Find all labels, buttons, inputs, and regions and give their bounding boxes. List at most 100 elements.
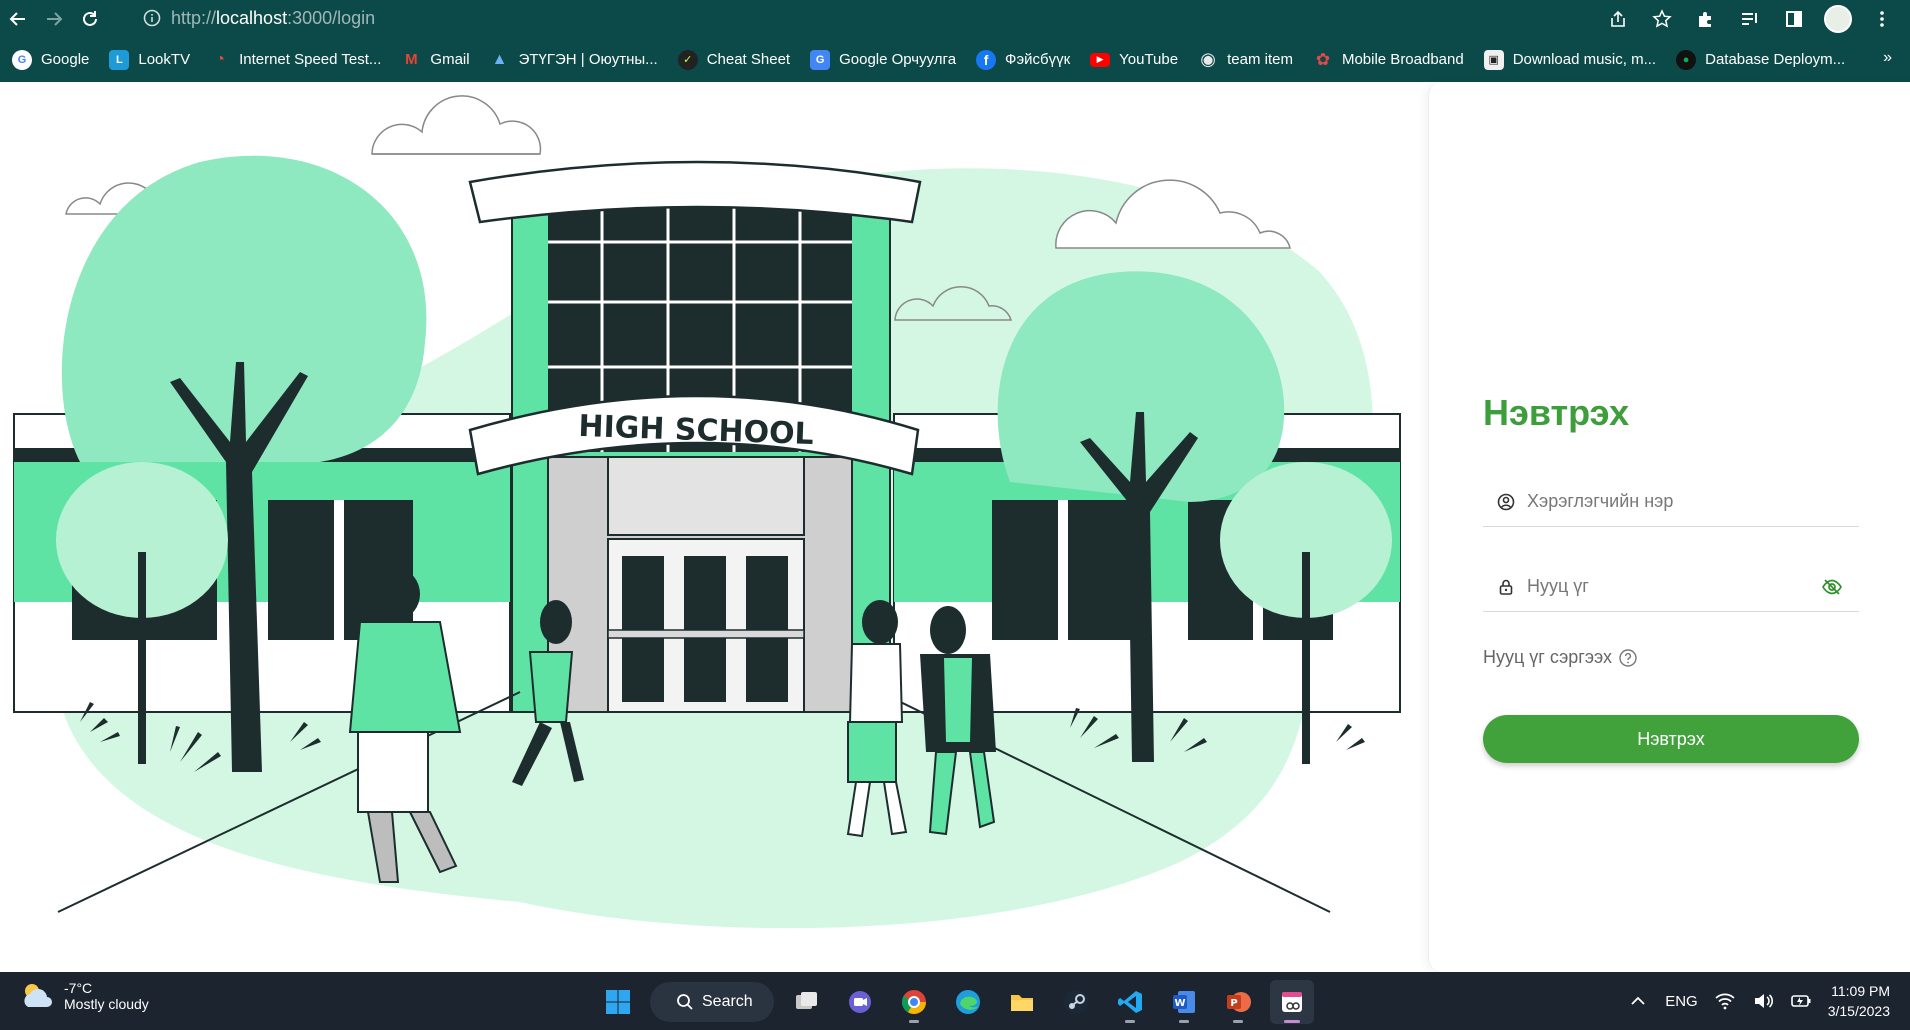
powerpoint-app[interactable]: P (1216, 980, 1260, 1024)
arrow-left-icon (9, 11, 25, 26)
eye-off-icon[interactable] (1821, 576, 1843, 598)
running-indicator (1179, 1020, 1189, 1023)
tree-trunk (138, 552, 146, 764)
extensions-button[interactable] (1686, 1, 1726, 37)
taskbar-apps: Search W P (596, 980, 1314, 1024)
bookmark-etugen[interactable]: ▲ ЭТҮГЭН | Оюутны... (490, 50, 658, 70)
bookmark-label: team item (1227, 51, 1293, 68)
bookmark-label: Gmail (430, 51, 470, 68)
forgot-password-link[interactable]: Нууц үг сэргээх (1483, 647, 1638, 668)
mongodb-icon: ● (1676, 49, 1697, 70)
password-field[interactable] (1483, 562, 1859, 612)
powerpoint-icon: P (1227, 992, 1251, 1012)
system-clock[interactable]: 11:09 PM 3/15/2023 (1828, 981, 1890, 1021)
menu-button[interactable] (1862, 1, 1902, 37)
window-mullion (1058, 500, 1068, 640)
looktv-icon: L (109, 49, 130, 70)
taskbar: -7°C Mostly cloudy Search W P ENG 11:09 … (0, 972, 1910, 1030)
running-indicator (1233, 1020, 1243, 1023)
bookmark-star-button[interactable] (1642, 1, 1682, 37)
running-indicator (909, 1020, 919, 1023)
edge-app[interactable] (946, 980, 990, 1024)
bookmark-team-item[interactable]: ◉ team item (1198, 49, 1293, 70)
door-glass (746, 556, 788, 702)
steam-app[interactable] (1054, 980, 1098, 1024)
bookmark-translate[interactable]: G Google Орчуулга (810, 49, 957, 70)
bookmark-database-deployment[interactable]: ● Database Deploym... (1676, 49, 1845, 70)
check-logo-icon: ✓ (677, 49, 698, 70)
huawei-icon: ✿ (1315, 49, 1331, 69)
search-label: Search (702, 993, 753, 1010)
volume-icon[interactable] (1752, 990, 1774, 1012)
windows-logo-icon (606, 990, 630, 1014)
bookmark-facebook[interactable]: f Фэйсбүүк (976, 49, 1071, 70)
reload-icon (83, 10, 97, 26)
vscode-app[interactable] (1108, 980, 1152, 1024)
word-app[interactable]: W (1162, 980, 1206, 1024)
username-input[interactable] (1527, 491, 1859, 512)
back-button[interactable] (0, 1, 36, 37)
file-explorer-app[interactable] (1000, 980, 1044, 1024)
share-icon (1611, 10, 1625, 27)
bookmark-label: Mobile Broadband (1341, 51, 1464, 68)
share-button[interactable] (1598, 1, 1638, 37)
door-glass (684, 556, 726, 702)
search-icon (677, 994, 693, 1010)
translate-icon: G (810, 49, 831, 70)
forward-button[interactable] (36, 1, 72, 37)
bookmark-label: Фэйсбүүк (1005, 51, 1071, 68)
login-page: HIGH SCHOOL Нэвтрэх Хэрэглэгчийн нэр Нуу… (0, 82, 1910, 972)
reload-button[interactable] (72, 1, 108, 37)
wifi-icon[interactable] (1714, 990, 1736, 1012)
chrome-app[interactable] (892, 980, 936, 1024)
language-indicator[interactable]: ENG (1665, 993, 1698, 1010)
svg-text:P: P (1230, 998, 1237, 1009)
bookmark-speedtest[interactable]: ◔ Internet Speed Test... (210, 50, 381, 70)
running-indicator (1284, 1020, 1300, 1023)
taskbar-search[interactable]: Search (650, 982, 774, 1022)
clock-date: 3/15/2023 (1827, 1003, 1890, 1019)
bookmark-cheatsheet[interactable]: ✓ Cheat Sheet (677, 49, 790, 70)
login-title: Нэвтрэх (1483, 392, 1630, 433)
help-circle-icon (1619, 648, 1637, 667)
user-circle-icon (1497, 493, 1515, 510)
weather-temperature: -7°C (64, 980, 93, 996)
url-host: localhost (216, 7, 288, 28)
chevron-right-icon[interactable]: » (1883, 49, 1892, 67)
username-field[interactable] (1483, 477, 1859, 527)
gmail-icon: M (405, 51, 418, 68)
chevron-up-icon[interactable] (1627, 990, 1649, 1012)
address-bar[interactable]: http://localhost:3000/login (133, 3, 1693, 33)
clock-time: 11:09 PM (1831, 983, 1890, 999)
bookmark-youtube[interactable]: ▶ YouTube (1090, 51, 1178, 68)
puzzle-icon (1699, 11, 1711, 27)
bookmark-mobile-broadband[interactable]: ✿ Mobile Broadband (1313, 50, 1464, 70)
url-path: :3000/login (287, 7, 376, 28)
browser-tools (1598, 0, 1902, 37)
password-input[interactable] (1527, 576, 1821, 597)
bookmark-google[interactable]: G Google (12, 49, 89, 70)
bookmark-label: Google Орчуулга (839, 51, 957, 68)
reading-list-button[interactable] (1730, 1, 1770, 37)
profile-button[interactable] (1818, 1, 1858, 37)
bookmark-label: LookTV (138, 51, 191, 68)
start-button[interactable] (596, 980, 640, 1024)
word-icon: W (1173, 991, 1195, 1013)
weather-widget[interactable]: -7°C Mostly cloudy (20, 980, 149, 1012)
bookmark-gmail[interactable]: M Gmail (401, 50, 469, 70)
url-text: http://localhost:3000/login (171, 8, 375, 29)
snipping-tool-icon (1282, 992, 1302, 1012)
snipping-tool-app[interactable] (1270, 980, 1314, 1024)
battery-charging-icon[interactable] (1790, 990, 1812, 1012)
teams-chat-app[interactable] (838, 980, 882, 1024)
facebook-icon: f (976, 49, 997, 70)
login-submit-button[interactable]: Нэвтрэх (1483, 715, 1859, 763)
url-prefix: http:// (171, 7, 217, 28)
bookmarks-bar: G Google L LookTV ◔ Internet Speed Test... … (0, 37, 1910, 82)
music-site-icon: ▣ (1483, 49, 1504, 70)
bookmark-looktv[interactable]: L LookTV (109, 49, 191, 70)
bookmark-download-music[interactable]: ▣ Download music, m... (1483, 49, 1656, 70)
task-view-button[interactable] (784, 980, 828, 1024)
globe-icon: ◉ (1200, 49, 1216, 69)
side-panel-button[interactable] (1774, 1, 1814, 37)
